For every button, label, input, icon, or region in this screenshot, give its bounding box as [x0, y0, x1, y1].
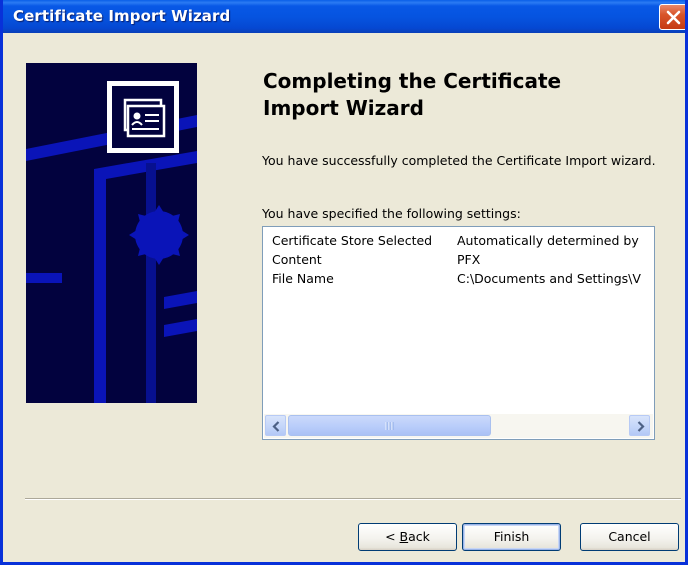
settings-list[interactable]: Certificate Store Selected Automatically…	[262, 226, 655, 440]
back-button[interactable]: < Back	[358, 523, 457, 551]
completion-message: You have successfully completed the Cert…	[262, 153, 656, 168]
setting-value: C:\Documents and Settings\V	[457, 271, 641, 286]
setting-name: File Name	[272, 271, 334, 286]
settings-label: You have specified the following setting…	[262, 206, 521, 221]
page-title: Completing the Certificate Import Wizard	[263, 68, 663, 122]
scroll-right-button[interactable]	[629, 415, 650, 436]
certificate-watermark-graphic	[26, 63, 197, 403]
setting-name: Certificate Store Selected	[272, 233, 433, 248]
grip-icon	[385, 422, 394, 430]
page-title-line-2: Import Wizard	[263, 96, 424, 120]
certificate-icon	[123, 98, 166, 138]
back-button-rest: ack	[408, 529, 430, 544]
scroll-thumb[interactable]	[288, 415, 491, 436]
certificate-import-wizard-window: Certificate Import Wizard Completing the…	[0, 0, 688, 565]
finish-button[interactable]: Finish	[462, 523, 561, 551]
close-button[interactable]	[659, 4, 685, 30]
setting-value: PFX	[457, 252, 481, 267]
title-bar[interactable]: Certificate Import Wizard	[3, 0, 685, 33]
back-button-prefix: <	[385, 529, 400, 544]
button-separator	[25, 498, 681, 500]
arrow-right-icon	[637, 421, 645, 432]
window-title: Certificate Import Wizard	[13, 7, 231, 25]
cancel-button[interactable]: Cancel	[580, 523, 679, 551]
setting-name: Content	[272, 252, 322, 267]
horizontal-scrollbar[interactable]	[264, 414, 653, 438]
page-title-line-1: Completing the Certificate	[263, 69, 562, 93]
wizard-side-graphic	[26, 63, 197, 403]
setting-value: Automatically determined by	[457, 233, 639, 248]
back-button-mnemonic: B	[399, 529, 409, 544]
scroll-left-button[interactable]	[265, 415, 286, 436]
close-x-icon	[666, 10, 681, 25]
arrow-left-icon	[272, 421, 280, 432]
